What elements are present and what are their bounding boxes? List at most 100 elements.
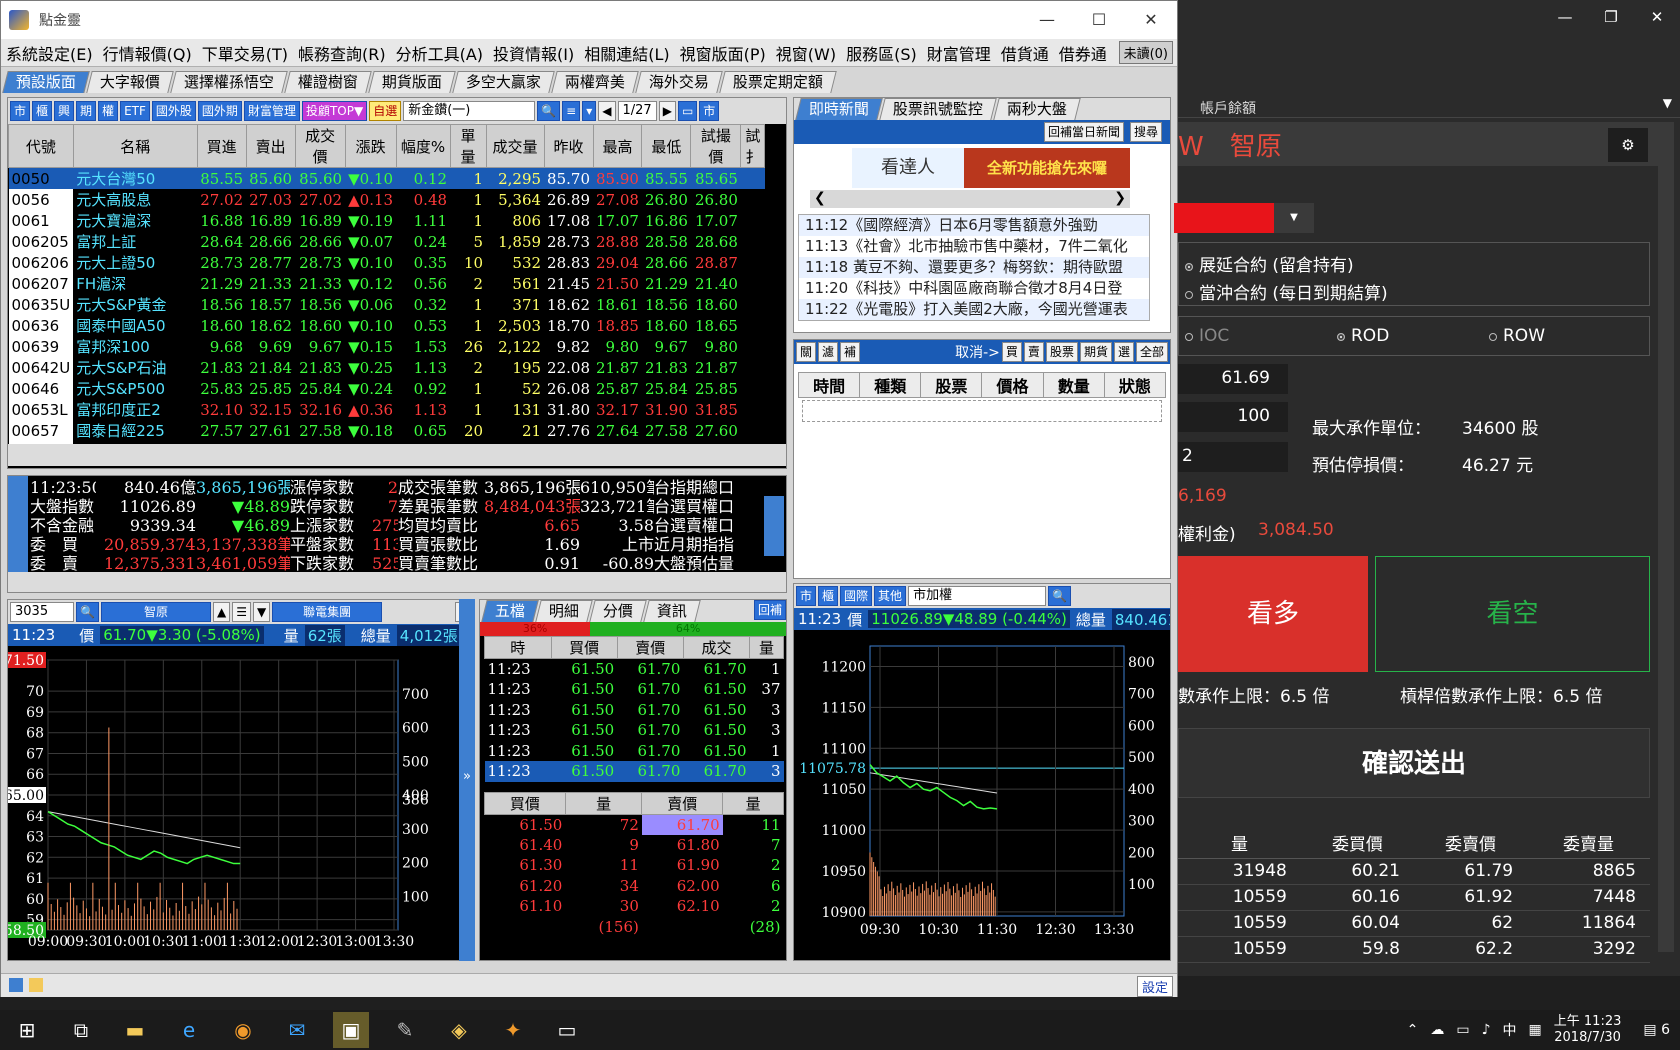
windows-start-icon[interactable]: ⊞ (9, 1012, 45, 1048)
layout-tab[interactable]: 大字報價 (86, 71, 174, 93)
industry-icon[interactable]: ▾ (582, 101, 597, 121)
gear-icon[interactable]: ⚙ (1608, 128, 1648, 162)
clock-date[interactable]: 2018/7/30 (1554, 1030, 1621, 1046)
price-input[interactable]: 61.69 (1178, 364, 1288, 394)
cancel-buy-button[interactable]: 買 (1001, 342, 1022, 362)
mail-icon[interactable]: ✉ (279, 1012, 315, 1048)
menu-item[interactable]: 下單交易(T) (197, 41, 293, 65)
table-row[interactable]: 10559 60.16 61.92 7448 (1178, 884, 1650, 911)
layout-tab[interactable]: 權證樹窗 (284, 71, 372, 93)
column-header[interactable]: 試扌 (740, 124, 766, 168)
list-icon[interactable]: ☰ (232, 602, 251, 622)
stock-code-input[interactable]: 3035 (10, 602, 74, 622)
app-close-button[interactable]: ✕ (1634, 0, 1680, 34)
otc-index-button[interactable]: 櫃 (818, 586, 839, 606)
news-search-button[interactable]: 搜尋 (1129, 122, 1162, 142)
daytrade-option[interactable]: 當沖合約 (每日到期結算) (1185, 279, 1388, 304)
menu-item[interactable]: 視窗版面(P) (675, 41, 771, 65)
twse-index-button[interactable]: 市 (796, 586, 817, 606)
search-icon[interactable]: 🔍 (1048, 586, 1072, 606)
layout-tab[interactable]: 預設版面 (2, 71, 90, 93)
table-row[interactable]: 0056 元大高股息 27.02 27.03 27.02 ▲0.13 0.48 1 5,364 2… (8, 189, 765, 210)
news-tab[interactable]: 股票訊號監控 (879, 98, 997, 120)
table-row[interactable]: 61.20 34 62.00 6 (485, 876, 784, 897)
sort-icon[interactable]: ≡ (562, 101, 581, 121)
summary-right-tabs[interactable] (764, 496, 784, 556)
rod-option[interactable]: ROD (1337, 326, 1389, 346)
book-tab[interactable]: 明細 (535, 600, 593, 622)
table-row[interactable]: 006207 FH滬深 21.29 21.33 21.33 ▼0.12 0.56 2 561 21… (8, 273, 765, 294)
layout-tab[interactable]: 兩權齊美 (551, 71, 639, 93)
column-header[interactable]: 成交量 (485, 124, 545, 168)
market-otc-button[interactable]: 櫃 (32, 101, 53, 121)
chevron-up-icon[interactable]: ⌃ (1407, 1022, 1419, 1038)
group-button[interactable]: 聯電集團 (272, 602, 383, 622)
news-tab[interactable]: 即時新聞 (795, 98, 883, 120)
calendar-icon[interactable]: ▦ (1529, 1022, 1542, 1038)
table-row[interactable]: 61.10 30 62.10 2 (485, 896, 784, 917)
menu-item[interactable]: 投資情報(I) (488, 41, 579, 65)
layout-tab[interactable]: 選擇權孫悟空 (170, 71, 288, 93)
summary-side-tabs[interactable] (8, 476, 28, 572)
close-orders-button[interactable]: 關 (796, 342, 817, 362)
news-item[interactable]: 11:12《國際經濟》日本6月零售額意外強勁 (799, 215, 1149, 236)
filter-button[interactable]: 濾 (818, 342, 839, 362)
paint-icon[interactable]: ✎ (387, 1012, 423, 1048)
menu-item[interactable]: 行情報價(Q) (98, 41, 197, 65)
file-explorer-icon[interactable]: ▬ (117, 1012, 153, 1048)
buy-long-button[interactable]: 看多 (1178, 556, 1368, 672)
column-header[interactable]: 昨收 (543, 124, 594, 168)
banner-scroller[interactable]: ❮ ❯ (810, 190, 1130, 208)
column-header[interactable]: 價格 (981, 372, 1044, 398)
advisor-top-button[interactable]: 投顧TOP▼ (301, 101, 368, 121)
account-dropdown[interactable]: ▼ (1274, 203, 1314, 233)
table-row[interactable]: 00653L 富邦印度正2 32.10 32.15 32.16 ▲0.36 1.13 1 131… (8, 399, 765, 420)
column-header[interactable]: 種類 (859, 372, 922, 398)
market-twse-button[interactable]: 市 (10, 101, 31, 121)
table-row[interactable]: 00657 國泰日經225 27.57 27.61 27.58 ▼0.18 0.65 20 21… (8, 420, 765, 441)
menu-item[interactable]: 帳務查詢(R) (293, 41, 391, 65)
leverage-select[interactable]: 2 (1178, 442, 1288, 472)
app-scrollbar[interactable] (1658, 122, 1674, 952)
table-row[interactable]: 00646 元大S&P500 25.83 25.85 25.84 ▼0.24 0.92 1 52… (8, 378, 765, 399)
news-item[interactable]: 11:18 黃豆不夠、還要更多？梅努欽：期待歐盟 (799, 257, 1149, 278)
golden-app-icon[interactable]: ◈ (441, 1012, 477, 1048)
column-header[interactable]: 單量 (449, 124, 487, 168)
up-icon[interactable]: ▲ (212, 602, 231, 622)
maximize-button[interactable]: ☐ (1073, 1, 1125, 39)
table-row[interactable]: 11:23 61.50 61.70 61.70 3 (484, 761, 784, 782)
news-item[interactable]: 11:22《光電股》打入美國2大廠，今國光營運表 (799, 299, 1149, 320)
other-index-button[interactable]: 其他 (874, 586, 907, 606)
table-row[interactable]: 31948 60.21 61.79 8865 (1178, 858, 1650, 885)
options-button[interactable]: 權 (98, 101, 119, 121)
cancel-futures-button[interactable]: 期貨 (1079, 342, 1112, 362)
chevron-down-icon[interactable]: ▼ (1663, 96, 1672, 110)
table-row[interactable]: 006205 富邦上証 28.64 28.66 28.66 ▼0.07 0.24 5 1,859… (8, 231, 765, 252)
etf-button[interactable]: ETF (120, 101, 150, 121)
column-header[interactable]: 股票 (920, 372, 983, 398)
table-row[interactable]: 11:23 61.50 61.70 61.50 3 (485, 720, 784, 741)
screen-icon[interactable]: ▭ (549, 1012, 585, 1048)
table-row[interactable]: 00635U 元大S&P黃金 18.56 18.57 18.56 ▼0.06 0.32 1 37… (8, 294, 765, 315)
quantity-input[interactable]: 100 (1178, 402, 1288, 432)
menu-item[interactable]: 系統設定(E) (1, 41, 98, 65)
layout-icon[interactable]: ▭ (677, 101, 698, 121)
backfill-news-button[interactable]: 回補當日新聞 (1043, 122, 1124, 142)
column-header[interactable]: 賣出 (245, 124, 296, 168)
column-header[interactable]: 買進 (196, 124, 247, 168)
menu-item[interactable]: 相關連結(L) (579, 41, 674, 65)
menu-item[interactable]: 視窗(W) (771, 41, 841, 65)
ad-banner[interactable]: 看達人 全新功能搶先來囉 (852, 148, 1130, 188)
column-header[interactable]: 漲跌 (344, 124, 397, 168)
sell-short-button[interactable]: 看空 (1375, 556, 1650, 672)
prev-page-button[interactable]: ◀ (598, 101, 616, 121)
backfill-button[interactable]: 回補 (753, 600, 786, 620)
summary-scrollbar[interactable] (8, 572, 786, 592)
rollover-option[interactable]: 展延合約 (留倉持有) (1185, 251, 1354, 276)
refill-button[interactable]: 補 (840, 342, 861, 362)
column-header[interactable]: 幅度% (395, 124, 451, 168)
column-header[interactable]: 代號 (8, 124, 74, 168)
row-option[interactable]: ROW (1489, 326, 1545, 346)
menu-item[interactable]: 服務區(S) (841, 41, 922, 65)
column-header[interactable]: 名稱 (72, 124, 198, 168)
